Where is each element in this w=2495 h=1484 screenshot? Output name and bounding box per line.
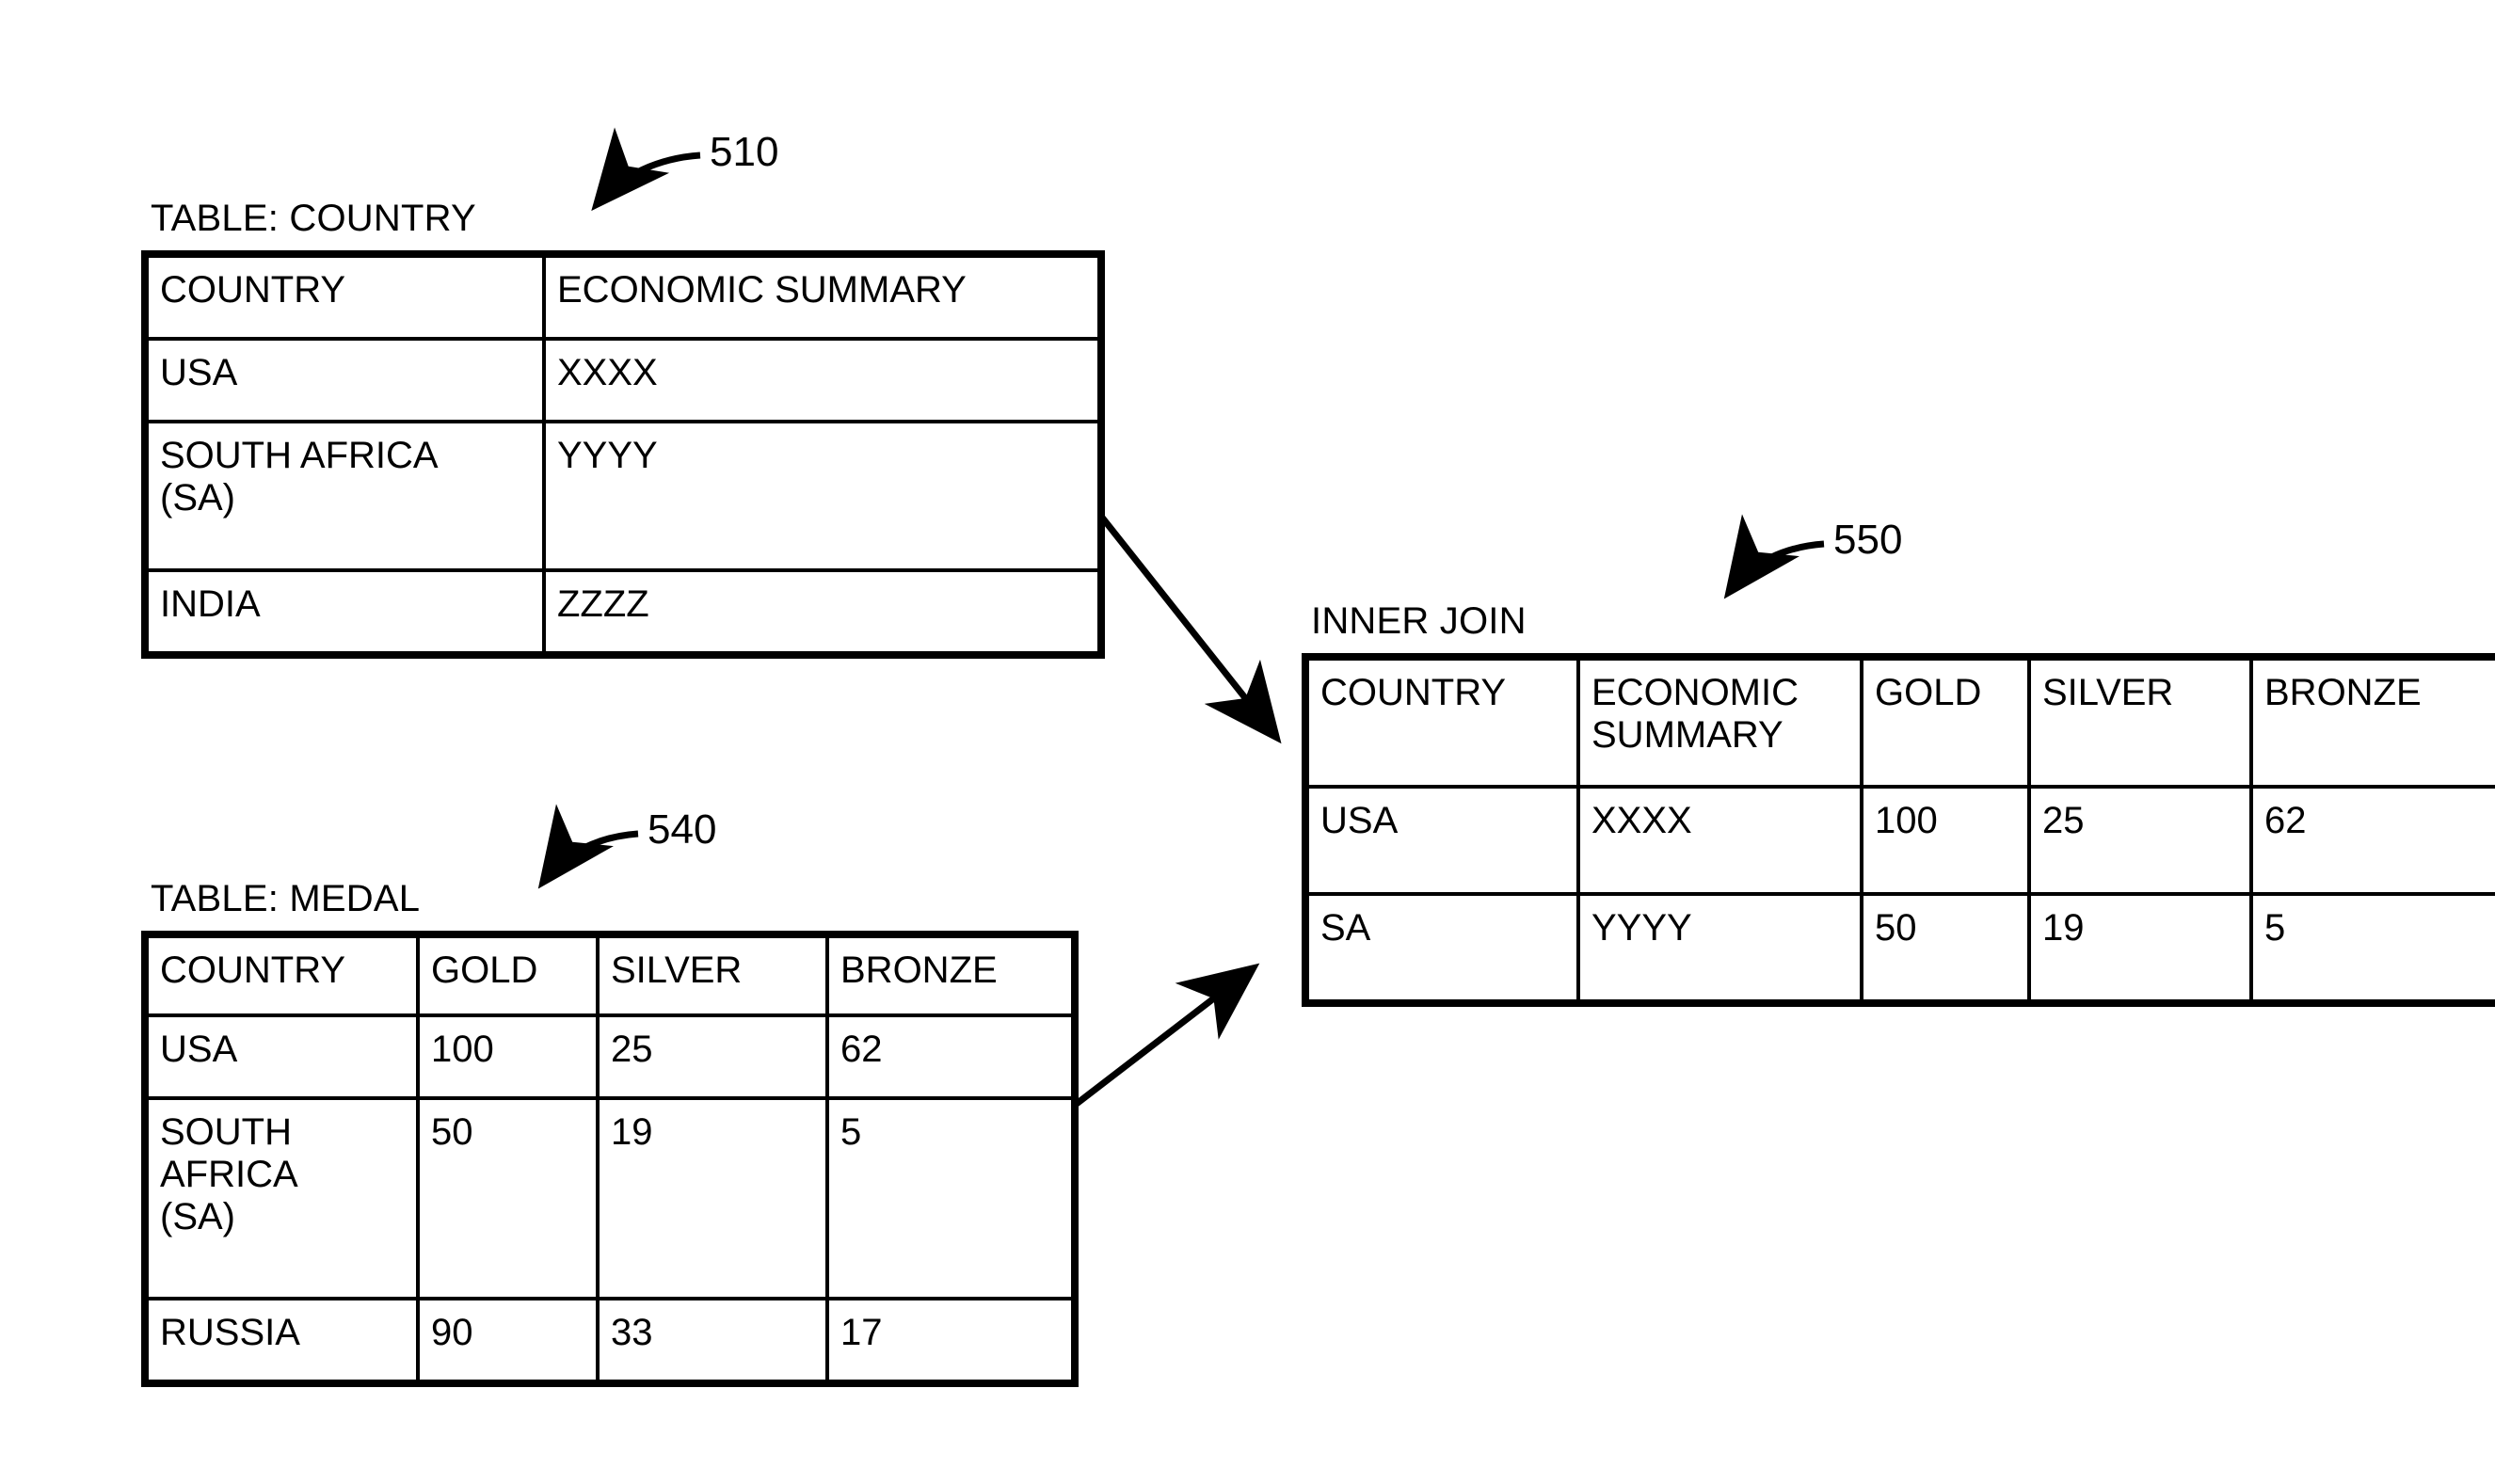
cell-bronze: 62 [2249,785,2495,896]
inner-join-table-block: INNER JOIN COUNTRY ECONOMIC SUMMARY GOLD… [1302,602,2495,1007]
cell-silver: 19 [2027,892,2253,1005]
cell-economic-summary: XXXX [1576,785,1863,896]
table-row: RUSSIA 90 33 17 [143,1297,1077,1385]
cell-gold: 50 [1860,892,2031,1005]
cell-country: USA [143,337,546,423]
column-header-gold: GOLD [416,933,600,1017]
cell-country: USA [143,1013,420,1100]
cell-gold: 90 [416,1297,600,1385]
table-header-row: COUNTRY ECONOMIC SUMMARY [143,252,1103,341]
column-header-country: COUNTRY [1303,655,1580,789]
cell-gold: 100 [416,1013,600,1100]
column-header-economic-summary: ECONOMIC SUMMARY [1576,655,1863,789]
leader-line-510 [591,127,701,212]
cell-country: USA [1303,785,1580,896]
column-header-silver: SILVER [2027,655,2253,789]
column-header-gold: GOLD [1860,655,2031,789]
table-row: USA XXXX [143,337,1103,423]
column-header-bronze: BRONZE [2249,655,2495,789]
inner-join-table: COUNTRY ECONOMIC SUMMARY GOLD SILVER BRO… [1302,653,2495,1007]
column-header-bronze: BRONZE [825,933,1077,1017]
table-header-row: COUNTRY GOLD SILVER BRONZE [143,933,1077,1017]
cell-economic-summary: ZZZZ [542,568,1103,657]
country-table: COUNTRY ECONOMIC SUMMARY USA XXXX SOUTH … [141,250,1105,659]
inner-join-caption: INNER JOIN [1311,600,1527,642]
column-header-country: COUNTRY [143,933,420,1017]
cell-silver: 19 [596,1096,829,1300]
patent-figure: TABLE: COUNTRY COUNTRY ECONOMIC SUMMARY … [0,0,2495,1484]
table-row: INDIA ZZZZ [143,568,1103,657]
cell-country: SOUTH AFRICA (SA) [143,420,546,572]
cell-country: INDIA [143,568,546,657]
table-header-row: COUNTRY ECONOMIC SUMMARY GOLD SILVER BRO… [1303,655,2495,789]
reference-numeral-540: 540 [648,806,717,853]
cell-silver: 25 [2027,785,2253,896]
cell-economic-summary: XXXX [542,337,1103,423]
table-row: USA XXXX 100 25 62 [1303,785,2495,896]
column-header-economic-summary: ECONOMIC SUMMARY [542,252,1103,341]
table-row: SOUTH AFRICA (SA) 50 19 5 [143,1096,1077,1300]
cell-country: SOUTH AFRICA (SA) [143,1096,420,1300]
cell-economic-summary: YYYY [542,420,1103,572]
table-row: SA YYYY 50 19 5 [1303,892,2495,1005]
reference-numeral-550: 550 [1833,517,1903,563]
cell-bronze: 62 [825,1013,1077,1100]
medal-table-block: TABLE: MEDAL COUNTRY GOLD SILVER BRONZE … [141,880,1079,1387]
column-header-silver: SILVER [596,933,829,1017]
leader-line-550 [1723,514,1825,599]
country-table-block: TABLE: COUNTRY COUNTRY ECONOMIC SUMMARY … [141,199,1105,659]
table-row: USA 100 25 62 [143,1013,1077,1100]
medal-table: COUNTRY GOLD SILVER BRONZE USA 100 25 62… [141,931,1079,1387]
cell-country: SA [1303,892,1580,1005]
country-table-caption: TABLE: COUNTRY [151,198,476,239]
table-row: SOUTH AFRICA (SA) YYYY [143,420,1103,572]
cell-bronze: 5 [825,1096,1077,1300]
cell-country: RUSSIA [143,1297,420,1385]
cell-bronze: 5 [2249,892,2495,1005]
cell-silver: 33 [596,1297,829,1385]
cell-gold: 50 [416,1096,600,1300]
leader-line-540 [537,804,639,889]
cell-gold: 100 [1860,785,2031,896]
column-header-country: COUNTRY [143,252,546,341]
medal-table-caption: TABLE: MEDAL [151,878,421,919]
cell-bronze: 17 [825,1297,1077,1385]
cell-economic-summary: YYYY [1576,892,1863,1005]
cell-silver: 25 [596,1013,829,1100]
reference-numeral-510: 510 [710,129,779,175]
